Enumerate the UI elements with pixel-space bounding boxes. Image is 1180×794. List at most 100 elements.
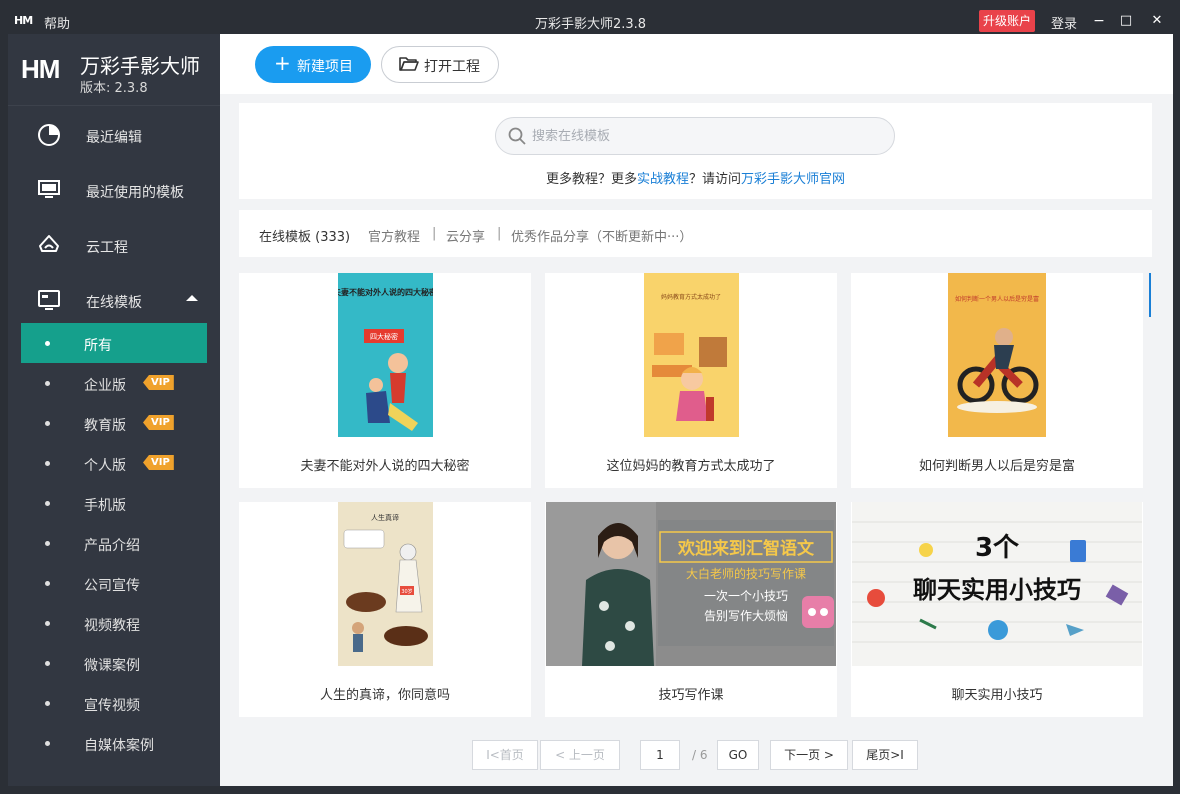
- poster-illustration: 如何判断一个男人以后是穷是富: [948, 273, 1046, 437]
- poster-title: 如何判断一个男人以后是穷是富: [955, 295, 1039, 303]
- title-bar: HM 帮助 万彩手影大师2.3.8 升级账户 登录 − □ ✕: [8, 8, 1173, 34]
- nav-label: 最近编辑: [86, 130, 142, 146]
- search-icon[interactable]: [508, 127, 526, 145]
- nav-item-online-templates[interactable]: 在线模板: [8, 273, 220, 328]
- scrollbar-thumb[interactable]: [1149, 273, 1151, 317]
- sub-item-enterprise[interactable]: 企业版 VIP: [21, 363, 207, 403]
- poster-title: 人生真谛: [371, 513, 399, 522]
- template-card[interactable]: 人生真谛 30岁 人生的真谛，你同意吗: [239, 502, 531, 717]
- upgrade-account-button[interactable]: 升级账户: [979, 10, 1036, 32]
- template-caption: 这位妈妈的教育方式太成功了: [606, 459, 776, 474]
- tab-separator: |: [497, 226, 502, 241]
- tab-featured-works[interactable]: 优秀作品分享（不断更新中···）: [511, 226, 692, 245]
- sub-item-label: 手机版: [84, 498, 126, 514]
- tutorial-link[interactable]: 实战教程: [637, 172, 689, 187]
- screen-template-icon: [38, 290, 60, 310]
- poster-title: 欢迎来到汇智语文: [677, 538, 815, 559]
- poster-title: 夫妻不能对外人说的四大秘密: [338, 287, 433, 297]
- bullet-icon: [45, 381, 50, 386]
- template-thumbnail: 欢迎来到汇智语文 大白老师的技巧写作课 一次一个小技巧 告别写作大烦恼: [546, 502, 836, 666]
- prev-page-button[interactable]: < 上一页: [540, 740, 620, 770]
- pie-chart-icon: [38, 124, 60, 146]
- vip-badge: VIP: [143, 375, 174, 390]
- close-button[interactable]: ✕: [1146, 10, 1168, 32]
- poster-title: 妈妈教育方式太成功了: [661, 293, 721, 301]
- nav-item-recent-edit[interactable]: 最近编辑: [8, 108, 220, 163]
- collapse-caret-icon[interactable]: [186, 295, 198, 301]
- nav-label: 在线模板: [86, 295, 142, 311]
- brand-header: HM 万彩手影大师 版本: 2.3.8: [8, 34, 220, 106]
- go-button[interactable]: GO: [717, 740, 759, 770]
- template-caption: 聊天实用小技巧: [951, 688, 1043, 703]
- template-card[interactable]: 妈妈教育方式太成功了 这位妈妈的教育方式太成功了: [545, 273, 837, 488]
- search-panel: 更多教程？更多实战教程？请访问万彩手影大师官网: [239, 103, 1152, 199]
- sub-item-personal[interactable]: 个人版 VIP: [21, 443, 207, 483]
- app-window: HM 帮助 万彩手影大师2.3.8 升级账户 登录 − □ ✕ HM 万彩手影大…: [0, 0, 1180, 794]
- sub-item-mobile[interactable]: 手机版: [21, 483, 207, 523]
- open-project-button[interactable]: 打开工程: [381, 46, 499, 83]
- new-project-button[interactable]: + 新建项目: [255, 46, 371, 83]
- maximize-button[interactable]: □: [1115, 10, 1137, 32]
- tab-cloud-share[interactable]: 云分享: [446, 226, 485, 245]
- template-card[interactable]: 欢迎来到汇智语文 大白老师的技巧写作课 一次一个小技巧 告别写作大烦恼 技巧写作…: [545, 502, 837, 717]
- last-page-button[interactable]: 尾页>I: [852, 740, 918, 770]
- sub-item-label: 公司宣传: [84, 578, 140, 594]
- sub-item-microlesson[interactable]: 微课案例: [21, 643, 207, 683]
- bullet-icon: [45, 581, 50, 586]
- template-card[interactable]: 如何判断一个男人以后是穷是富 如何判断男人以后是穷是富: [851, 273, 1143, 488]
- app-logo-small: HM: [14, 14, 33, 27]
- minimize-button[interactable]: −: [1088, 10, 1110, 32]
- search-box: [495, 117, 895, 155]
- search-input[interactable]: [532, 126, 872, 146]
- bullet-icon: [45, 461, 50, 466]
- template-thumbnail: 妈妈教育方式太成功了: [644, 273, 739, 437]
- bullet-icon: [45, 741, 50, 746]
- template-thumbnail: 夫妻不能对外人说的四大秘密 四大秘密: [338, 273, 433, 437]
- template-grid: 夫妻不能对外人说的四大秘密 四大秘密 夫妻不能对外人说的四大秘密 妈妈教育方式太…: [239, 273, 1152, 718]
- nav-item-cloud-project[interactable]: 云工程: [8, 218, 220, 273]
- monitor-icon: [38, 180, 60, 198]
- page-number-input[interactable]: [640, 740, 680, 770]
- vip-badge: VIP: [143, 415, 174, 430]
- sub-item-label: 产品介绍: [84, 538, 140, 554]
- plus-icon: +: [274, 51, 291, 75]
- nav-label: 云工程: [86, 240, 128, 256]
- poster-illustration: 夫妻不能对外人说的四大秘密 四大秘密: [338, 273, 433, 437]
- poster-subtitle: 大白老师的技巧写作课: [686, 566, 806, 581]
- poster-illustration: 妈妈教育方式太成功了: [644, 273, 739, 437]
- sub-item-promo-video[interactable]: 宣传视频: [21, 683, 207, 723]
- help-menu[interactable]: 帮助: [44, 13, 70, 32]
- toolbar: + 新建项目 打开工程: [220, 34, 1173, 94]
- nav-item-recent-templates[interactable]: 最近使用的模板: [8, 163, 220, 218]
- first-page-button[interactable]: I<首页: [472, 740, 538, 770]
- sub-item-label: 视频教程: [84, 618, 140, 634]
- next-page-button[interactable]: 下一页 >: [770, 740, 848, 770]
- sub-item-product-intro[interactable]: 产品介绍: [21, 523, 207, 563]
- sub-item-all[interactable]: 所有: [21, 323, 207, 363]
- poster-line: 告别写作大烦恼: [704, 609, 788, 623]
- open-project-label: 打开工程: [424, 59, 480, 75]
- tab-online-templates[interactable]: 在线模板 (333): [259, 226, 350, 245]
- vip-badge: VIP: [143, 455, 174, 470]
- sub-item-education[interactable]: 教育版 VIP: [21, 403, 207, 443]
- promo-text: ？请访问: [689, 172, 742, 187]
- official-site-link[interactable]: 万彩手影大师官网: [741, 172, 845, 187]
- brand-name: 万彩手影大师: [80, 54, 200, 78]
- bullet-icon: [45, 421, 50, 426]
- poster-line: 一次一个小技巧: [704, 589, 788, 603]
- template-card[interactable]: 3个 聊天实用小技巧 聊天实用小技巧: [851, 502, 1143, 717]
- template-card[interactable]: 夫妻不能对外人说的四大秘密 四大秘密 夫妻不能对外人说的四大秘密: [239, 273, 531, 488]
- login-button[interactable]: 登录: [1051, 13, 1077, 32]
- poster-title: 3个: [975, 533, 1020, 563]
- bullet-icon: [45, 701, 50, 706]
- pagination: I<首页 < 上一页 / 6 GO 下一页 > 尾页>I: [220, 740, 1173, 772]
- sub-item-company-promo[interactable]: 公司宣传: [21, 563, 207, 603]
- sub-item-self-media[interactable]: 自媒体案例: [21, 723, 207, 763]
- tab-official-tutorials[interactable]: 官方教程: [368, 226, 420, 245]
- sub-item-video-tutorial[interactable]: 视频教程: [21, 603, 207, 643]
- bullet-icon: [45, 661, 50, 666]
- poster-subtitle: 聊天实用小技巧: [913, 576, 1081, 604]
- tab-separator: |: [432, 226, 437, 241]
- sub-item-label: 微课案例: [84, 658, 140, 674]
- bullet-icon: [45, 501, 50, 506]
